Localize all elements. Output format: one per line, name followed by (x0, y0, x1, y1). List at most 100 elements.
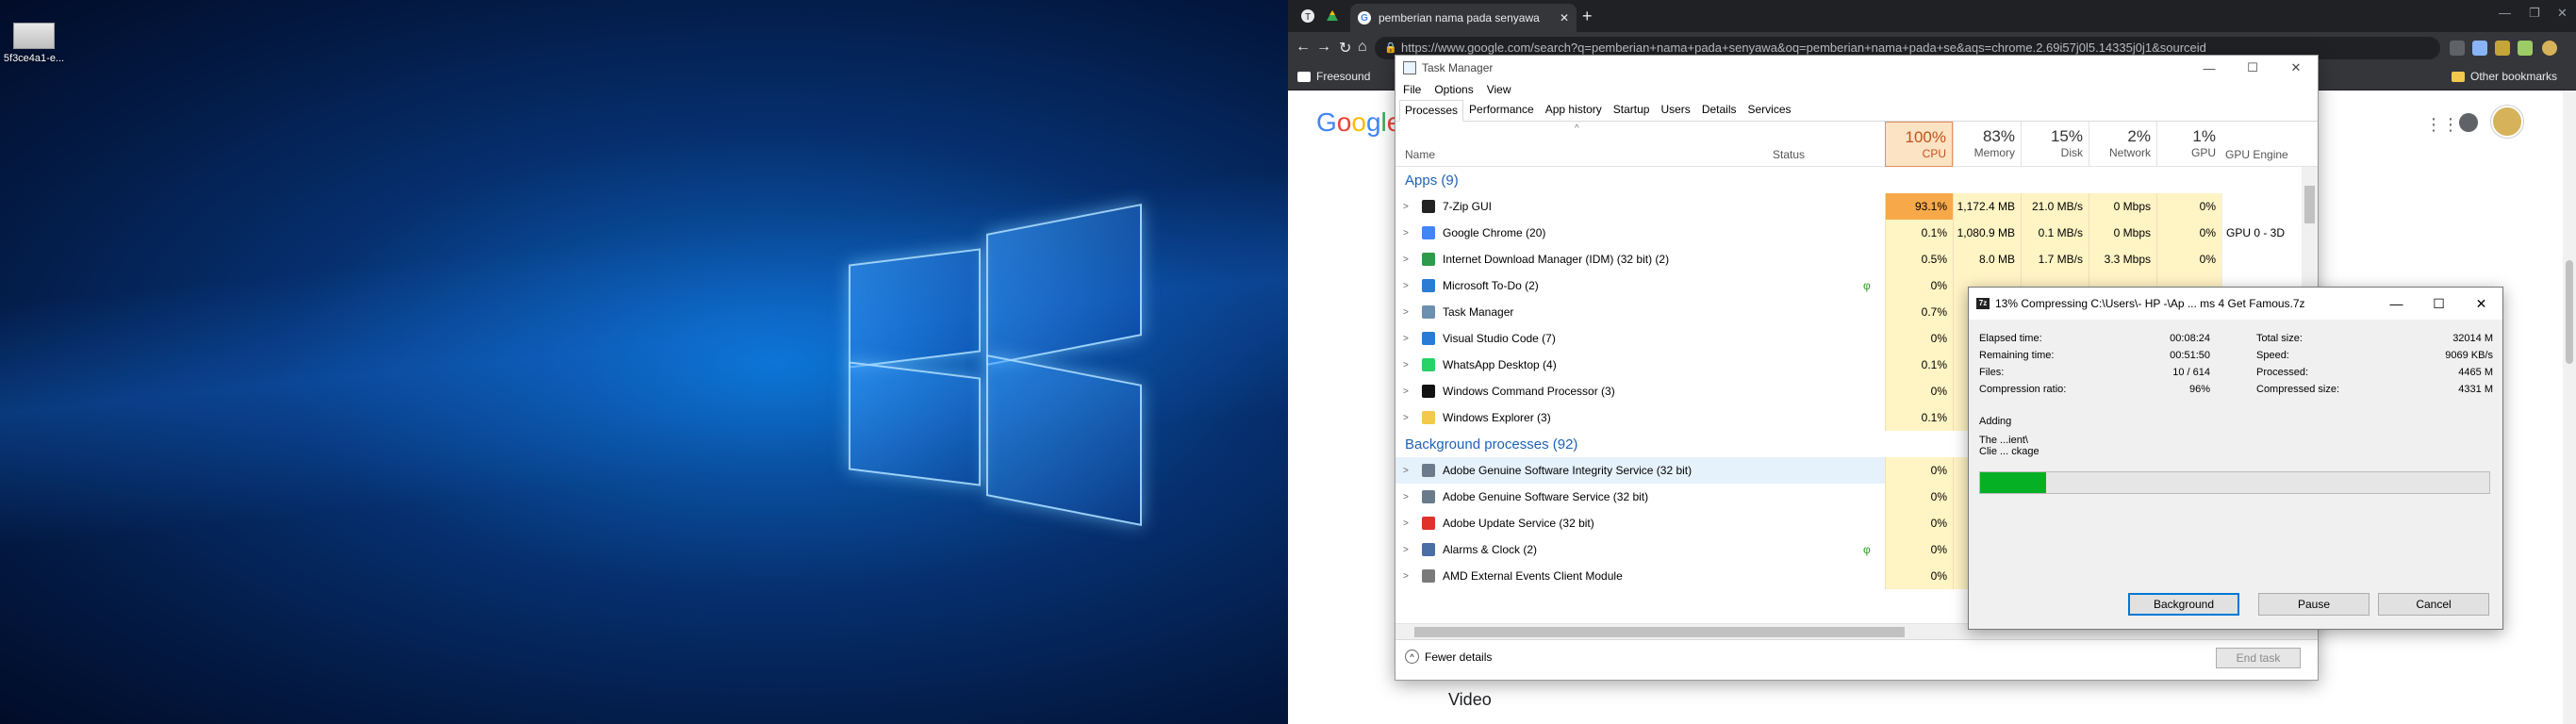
expand-chevron-icon[interactable]: > (1403, 518, 1409, 529)
page-scrollbar[interactable] (2563, 90, 2576, 724)
extension-icon[interactable] (2472, 41, 2487, 56)
expand-chevron-icon[interactable]: > (1403, 387, 1409, 397)
profile-avatar-icon[interactable] (2542, 41, 2557, 56)
close-icon[interactable]: ✕ (2460, 296, 2502, 312)
files-value: 10 / 614 (2172, 367, 2210, 378)
tab-close-icon[interactable]: ✕ (1560, 11, 1569, 25)
menu-options[interactable]: Options (1434, 83, 1473, 96)
process-row[interactable]: > Google Chrome (20) 0.1% 1,080.9 MB 0.1 MB/… (1395, 220, 2318, 246)
task-manager-titlebar[interactable]: Task Manager — ☐ ✕ (1395, 56, 2318, 80)
expand-chevron-icon[interactable]: > (1403, 202, 1409, 212)
total-size-value: 32014 M (2452, 333, 2493, 344)
menu-file[interactable]: File (1403, 83, 1421, 96)
process-name: Adobe Update Service (32 bit) (1443, 517, 1594, 530)
folder-icon (2452, 71, 2465, 82)
column-network[interactable]: 2% Network (2089, 122, 2156, 167)
elapsed-time-value: 00:08:24 (2170, 333, 2210, 344)
home-button[interactable]: ⌂ (1358, 39, 1367, 56)
address-bar-url: https://www.google.com/search?q=pemberia… (1401, 41, 2206, 55)
extension-icon[interactable] (2495, 41, 2510, 56)
scrollbar-thumb[interactable] (1414, 627, 1905, 637)
cpu-cell: 0.1% (1885, 220, 1953, 246)
expand-chevron-icon[interactable]: > (1403, 360, 1409, 370)
cancel-button[interactable]: Cancel (2378, 593, 2489, 616)
scrollbar-thumb[interactable] (2566, 260, 2573, 364)
compressed-size-value: 4331 M (2458, 384, 2493, 395)
menu-view[interactable]: View (1487, 83, 1511, 96)
minimize-icon[interactable]: — (2375, 296, 2418, 311)
process-name: Alarms & Clock (2) (1443, 543, 1538, 556)
tab-processes[interactable]: Processes (1399, 100, 1464, 122)
bookmark-freesound[interactable]: Freesound (1297, 70, 1370, 83)
tab-startup[interactable]: Startup (1608, 99, 1656, 121)
desktop-file-icon[interactable]: 5f3ce4a1-e... (2, 23, 66, 64)
scrollbar-thumb[interactable] (2304, 186, 2315, 223)
tab-services[interactable]: Services (1742, 99, 1797, 121)
pinned-drive-icon[interactable] (1322, 6, 1343, 26)
task-manager-icon (1403, 61, 1416, 74)
apps-group-heading[interactable]: Apps (9) (1395, 167, 2318, 193)
process-icon (1422, 543, 1435, 556)
tab-details[interactable]: Details (1696, 99, 1742, 121)
expand-chevron-icon[interactable]: > (1403, 545, 1409, 555)
back-button[interactable]: ← (1296, 39, 1311, 56)
process-icon (1422, 385, 1435, 398)
memory-label: Memory (1973, 146, 2015, 159)
process-icon (1422, 517, 1435, 530)
video-section-heading[interactable]: Video (1448, 690, 1492, 710)
maximize-icon[interactable]: ☐ (2418, 296, 2460, 312)
background-button[interactable]: Background (2128, 593, 2239, 616)
process-row[interactable]: > Internet Download Manager (IDM) (32 bit… (1395, 246, 2318, 272)
column-memory[interactable]: 83% Memory (1953, 122, 2021, 167)
tab-users[interactable]: Users (1655, 99, 1695, 121)
chrome-restore-icon[interactable]: ❐ (2529, 6, 2540, 21)
extension-icon[interactable] (2450, 41, 2465, 56)
bookmark-other-bookmarks[interactable]: Other bookmarks (2452, 70, 2557, 83)
process-name: 7-Zip GUI (1443, 200, 1493, 213)
fewer-details-button[interactable]: ^ Fewer details (1405, 650, 1492, 664)
tab-search-icon[interactable]: T (1297, 6, 1318, 26)
account-avatar[interactable] (2491, 106, 2523, 138)
process-name: Adobe Genuine Software Service (32 bit) (1443, 490, 1649, 503)
extension-icon[interactable] (2518, 41, 2533, 56)
column-gpu[interactable]: 1% GPU (2156, 122, 2221, 167)
new-tab-button[interactable]: + (1582, 7, 1593, 26)
chrome-close-icon[interactable]: ✕ (2557, 6, 2568, 21)
close-icon[interactable]: ✕ (2274, 60, 2318, 75)
column-gpu-engine[interactable]: GPU Engine (2221, 148, 2288, 161)
expand-chevron-icon[interactable]: > (1403, 334, 1409, 344)
compression-ratio-value: 96% (2188, 384, 2210, 395)
expand-chevron-icon[interactable]: > (1403, 255, 1409, 265)
tab-performance[interactable]: Performance (1463, 99, 1540, 121)
column-status[interactable]: Status (1773, 148, 1805, 161)
expand-chevron-icon[interactable]: > (1403, 307, 1409, 318)
expand-chevron-icon[interactable]: > (1403, 228, 1409, 239)
7zip-titlebar[interactable]: 7z 13% Compressing C:\Users\- HP -\Ap ..… (1969, 288, 2502, 320)
column-disk[interactable]: 15% Disk (2021, 122, 2089, 167)
tab-app-history[interactable]: App history (1540, 99, 1608, 121)
maximize-icon[interactable]: ☐ (2231, 60, 2274, 75)
end-task-button[interactable]: End task (2216, 648, 2301, 668)
progress-fill (1980, 472, 2047, 493)
reload-button[interactable]: ↻ (1339, 39, 1351, 58)
expand-chevron-icon[interactable]: > (1403, 492, 1409, 502)
minimize-icon[interactable]: — (2188, 61, 2231, 75)
process-name: Task Manager (1443, 305, 1514, 319)
expand-chevron-icon[interactable]: > (1403, 281, 1409, 291)
tab-google-search[interactable]: G pemberian nama pada senyawa ✕ (1350, 4, 1577, 32)
expand-chevron-icon[interactable]: > (1403, 571, 1409, 582)
expand-chevron-icon[interactable]: > (1403, 466, 1409, 476)
process-icon (1422, 279, 1435, 292)
column-cpu[interactable]: 100% CPU (1885, 122, 1953, 167)
cpu-cell: 0% (1885, 325, 1953, 352)
expand-chevron-icon[interactable]: > (1403, 413, 1409, 423)
pause-button[interactable]: Pause (2258, 593, 2370, 616)
forward-button[interactable]: → (1316, 39, 1331, 56)
notifications-icon[interactable] (2459, 113, 2478, 132)
chrome-minimize-icon[interactable]: — (2499, 6, 2511, 20)
process-row[interactable]: >7-Zip GUI 93.1% 1,172.4 MB 21.0 MB/s 0 Mbps… (1395, 193, 2318, 220)
google-logo[interactable]: Google (1316, 107, 1401, 138)
column-name[interactable]: Name (1405, 148, 1435, 161)
svg-text:T: T (1305, 12, 1311, 23)
network-cell: 0 Mbps (2089, 220, 2156, 246)
